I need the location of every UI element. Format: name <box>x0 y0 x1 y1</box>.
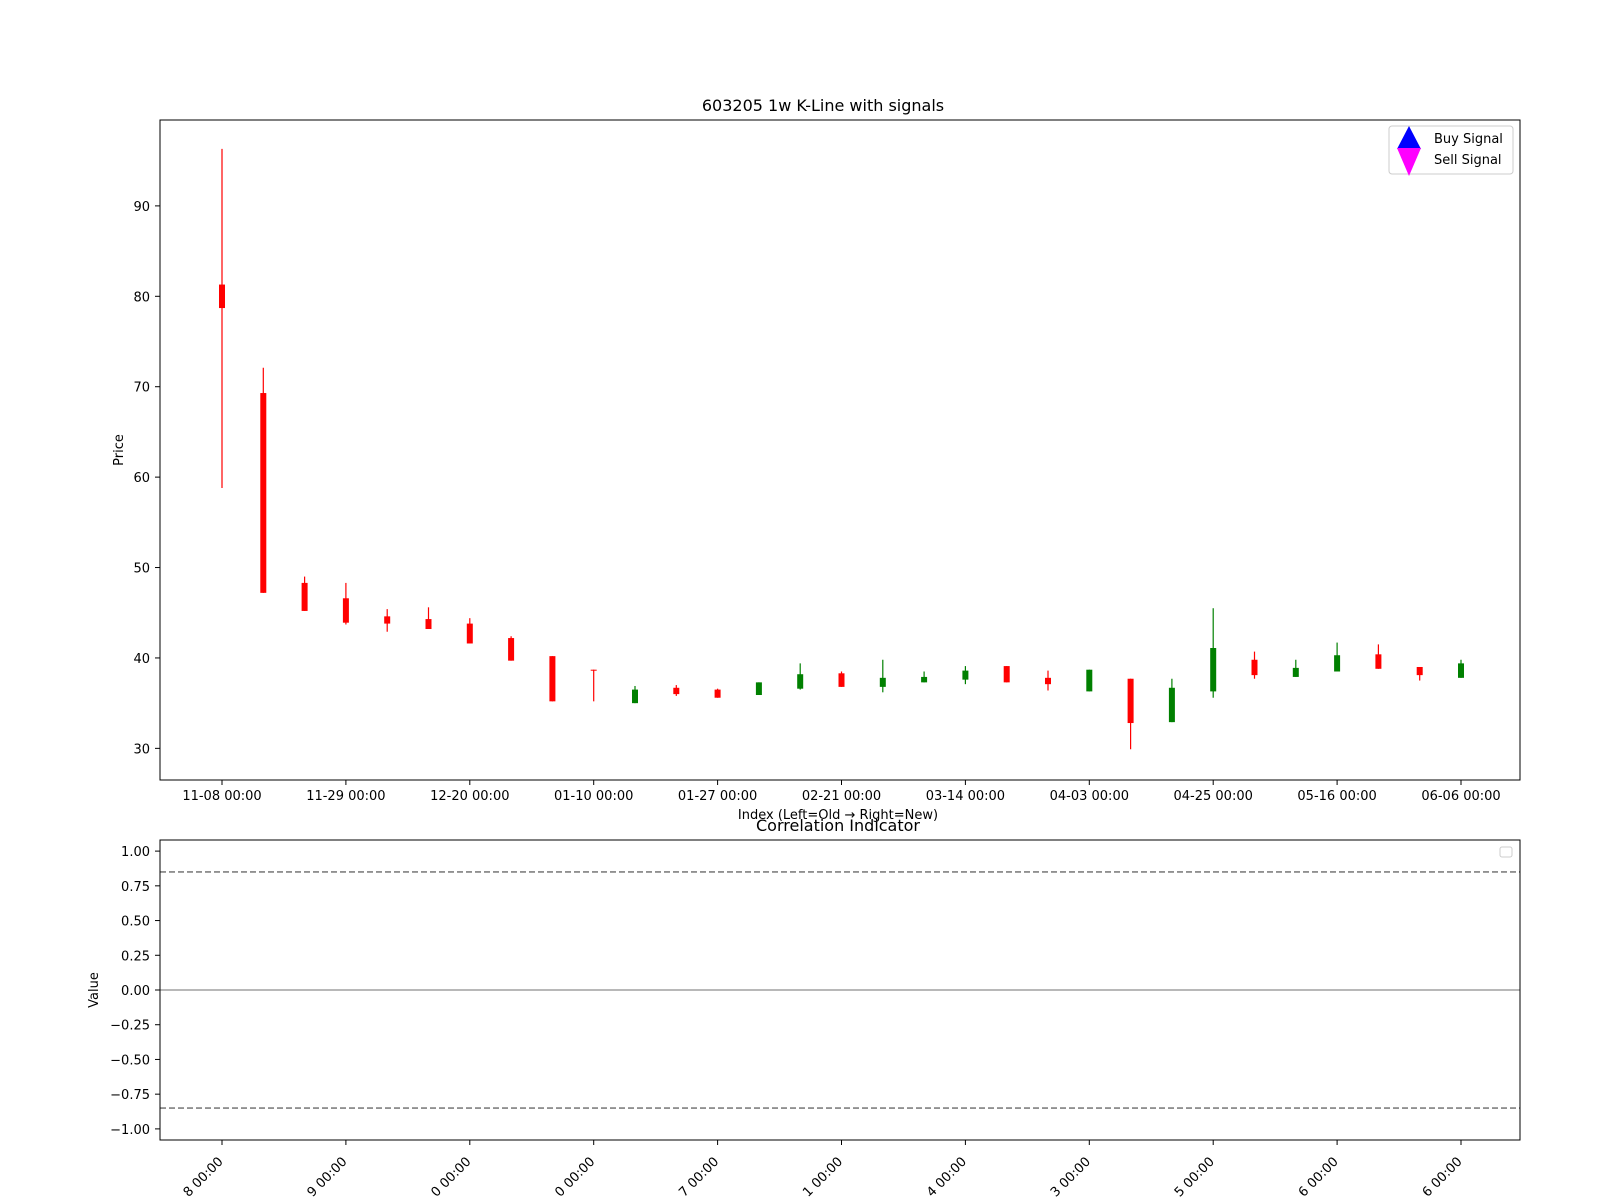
candle-body <box>673 687 680 695</box>
candle-body <box>632 689 638 704</box>
y-tick-label: −0.50 <box>110 1053 150 1068</box>
candle-body <box>1045 677 1051 685</box>
candle-body <box>260 393 267 593</box>
candle-body <box>425 619 432 630</box>
x-tick-label: 12-20 00:00 <box>430 789 509 804</box>
x-tick-label: 5 00:00 <box>1172 1154 1218 1200</box>
candle-body <box>301 582 308 611</box>
candle-body <box>1375 654 1382 669</box>
kline-x-ticks: 11-08 00:00 11-29 00:00 12-20 00:00 01-10 0… <box>182 780 1501 804</box>
correlation-reference-lines <box>160 871 1520 1109</box>
correlation-y-label: Value <box>87 972 102 1008</box>
x-tick-label: 01-27 00:00 <box>678 789 757 804</box>
y-tick-label: 70 <box>133 381 150 396</box>
candle-body <box>1416 666 1423 676</box>
candle-body <box>755 682 762 696</box>
candle-body <box>384 616 391 624</box>
y-tick-label: 0.75 <box>121 880 150 895</box>
y-tick-label: −0.25 <box>110 1019 150 1034</box>
candle-body <box>508 638 515 661</box>
candle-body <box>1003 666 1010 683</box>
legend-buy-label: Buy Signal <box>1434 132 1503 147</box>
y-tick-label: 0.25 <box>121 949 150 964</box>
x-tick-label: 02-21 00:00 <box>802 789 881 804</box>
candle-body <box>1210 648 1217 692</box>
candle-body <box>962 670 969 680</box>
candle-body <box>590 669 597 671</box>
candle-body <box>714 689 721 698</box>
kline-marks <box>219 148 1464 750</box>
correlation-legend-box <box>1499 846 1513 858</box>
kline-title: 603205 1w K-Line with signals <box>702 96 944 115</box>
candle-body <box>466 623 473 644</box>
candle-body <box>1168 687 1175 723</box>
x-tick-label: 1 00:00 <box>800 1154 846 1200</box>
x-tick-label: 04-25 00:00 <box>1174 789 1253 804</box>
x-tick-label: 11-08 00:00 <box>182 789 261 804</box>
kline-panel: 603205 1w K-Line with signals 30 40 50 60 70… <box>112 96 1521 823</box>
x-tick-label: 4 00:00 <box>924 1154 970 1200</box>
y-tick-label: 30 <box>133 742 150 757</box>
correlation-panel: Correlation Indicator 1.00 0.75 0.50 0.25 0.… <box>87 816 1521 1200</box>
chart-canvas: 603205 1w K-Line with signals 30 40 50 60 70… <box>87 96 1521 1200</box>
correlation-title: Correlation Indicator <box>756 816 920 835</box>
candle-body <box>879 677 886 687</box>
candle-body <box>549 656 556 702</box>
x-tick-label: 11-29 00:00 <box>306 789 385 804</box>
y-tick-label: 0.50 <box>121 915 150 930</box>
candle-body <box>921 676 928 683</box>
x-tick-label: 9 00:00 <box>305 1154 351 1200</box>
x-tick-label: 6 00:00 <box>1296 1154 1342 1200</box>
candle-body <box>1458 663 1464 678</box>
x-tick-label: 0 00:00 <box>552 1154 598 1200</box>
x-tick-label: 6 00:00 <box>1420 1154 1466 1200</box>
y-tick-label: 90 <box>133 200 150 215</box>
candle-body <box>1086 669 1093 692</box>
x-tick-label: 0 00:00 <box>429 1154 475 1200</box>
kline-legend: Buy Signal Sell Signal <box>1388 125 1514 176</box>
x-tick-label: 05-16 00:00 <box>1297 789 1376 804</box>
y-tick-label: 40 <box>133 652 150 667</box>
candle-body <box>838 673 845 687</box>
x-tick-label: 04-03 00:00 <box>1050 789 1129 804</box>
y-tick-label: 60 <box>133 471 150 486</box>
candle-body <box>342 598 349 623</box>
x-tick-label: 7 00:00 <box>676 1154 722 1200</box>
candle-body <box>1127 678 1134 724</box>
candle-body <box>797 674 804 689</box>
kline-y-ticks: 30 40 50 60 70 80 90 <box>133 200 160 757</box>
x-tick-label: 06-06 00:00 <box>1421 789 1500 804</box>
x-tick-label: 03-14 00:00 <box>926 789 1005 804</box>
kline-y-label: Price <box>112 434 127 466</box>
candle-body <box>1251 659 1258 676</box>
y-tick-label: −0.75 <box>110 1088 150 1103</box>
x-tick-label: 3 00:00 <box>1048 1154 1094 1200</box>
y-tick-label: 80 <box>133 290 150 305</box>
candle-body <box>1334 655 1341 672</box>
correlation-y-ticks: 1.00 0.75 0.50 0.25 0.00 −0.25 −0.50 −0.75 −1.00 <box>110 845 160 1138</box>
legend-sell-label: Sell Signal <box>1434 153 1502 168</box>
candle-body <box>219 284 225 309</box>
correlation-x-ticks: 8 00:00 9 00:00 0 00:00 0 00:00 7 00:00 1 00:… <box>181 1140 1466 1200</box>
y-tick-label: −1.00 <box>110 1123 150 1138</box>
y-tick-label: 0.00 <box>121 984 150 999</box>
y-tick-label: 1.00 <box>121 845 150 860</box>
y-tick-label: 50 <box>133 562 150 577</box>
x-tick-label: 8 00:00 <box>181 1154 227 1200</box>
candle-body <box>1292 667 1299 677</box>
x-tick-label: 01-10 00:00 <box>554 789 633 804</box>
